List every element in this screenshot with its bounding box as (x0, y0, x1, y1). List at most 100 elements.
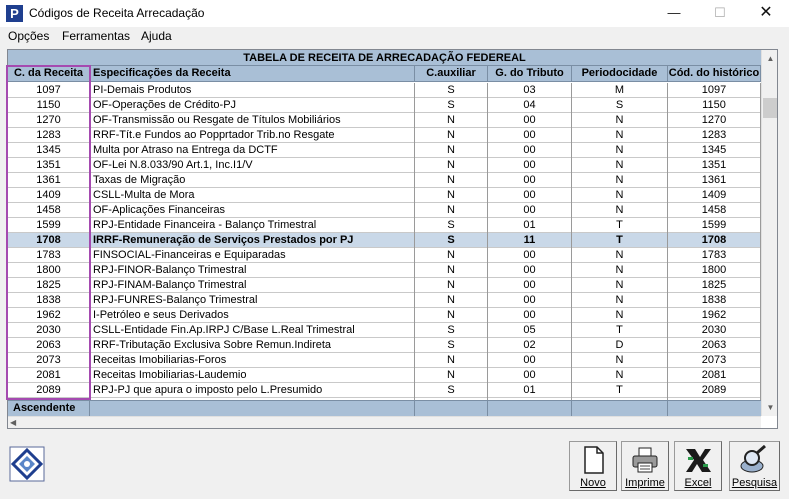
cell-especificacao[interactable]: RPJ-Entidade Financeira - Balanço Trimes… (90, 218, 415, 233)
cell-periodocidade[interactable]: N (572, 158, 668, 173)
cell-codigo[interactable]: 1361 (8, 173, 90, 188)
table-row[interactable]: 2030 CSLL-Entidade Fin.Ap.IRPJ C/Base L.R… (8, 323, 761, 338)
cell-cauxiliar[interactable]: N (415, 203, 488, 218)
cell-especificacao[interactable]: CSLL-Multa de Mora (90, 188, 415, 203)
novo-button[interactable]: Novo (569, 441, 617, 491)
cell-codigo[interactable]: 2081 (8, 368, 90, 383)
cell-codigo[interactable]: 1150 (8, 98, 90, 113)
cell-historico[interactable]: 2073 (668, 353, 761, 368)
imprime-button[interactable]: Imprime (621, 441, 669, 491)
cell-especificacao[interactable]: Taxas de Migração (90, 173, 415, 188)
cell-codigo[interactable]: 1800 (8, 263, 90, 278)
cell-especificacao[interactable]: OF-Lei N.8.033/90 Art.1, Inc.I1/V (90, 158, 415, 173)
cell-codigo[interactable]: 2073 (8, 353, 90, 368)
cell-periodocidade[interactable]: N (572, 368, 668, 383)
scroll-thumb[interactable] (763, 98, 777, 118)
table-row[interactable]: 1599 RPJ-Entidade Financeira - Balanço Tr… (8, 218, 761, 233)
close-button[interactable]: ✕ (743, 0, 789, 27)
cell-periodocidade[interactable]: T (572, 233, 668, 248)
col-header-historico[interactable]: Cód. do histórico (668, 66, 761, 82)
cell-gtributo[interactable]: 00 (488, 203, 572, 218)
cell-cauxiliar[interactable]: N (415, 143, 488, 158)
table-row[interactable]: 1270 OF-Transmissão ou Resgate de Títulos… (8, 113, 761, 128)
cell-periodocidade[interactable]: N (572, 128, 668, 143)
menu-opcoes[interactable]: Opções (8, 29, 49, 43)
cell-gtributo[interactable]: 00 (488, 353, 572, 368)
cell-historico[interactable]: 1361 (668, 173, 761, 188)
cell-cauxiliar[interactable]: N (415, 173, 488, 188)
cell-periodocidade[interactable]: N (572, 143, 668, 158)
cell-codigo[interactable]: 1783 (8, 248, 90, 263)
cell-especificacao[interactable]: RRF-Tributação Exclusiva Sobre Remun.Ind… (90, 338, 415, 353)
menu-ajuda[interactable]: Ajuda (141, 29, 172, 43)
table-row[interactable]: 1361 Taxas de Migração N 00 N 1361 (8, 173, 761, 188)
cell-historico[interactable]: 1283 (668, 128, 761, 143)
cell-historico[interactable]: 1270 (668, 113, 761, 128)
cell-periodocidade[interactable]: D (572, 338, 668, 353)
minimize-button[interactable]: — (651, 0, 697, 27)
cell-gtributo[interactable]: 03 (488, 83, 572, 98)
excel-button[interactable]: Excel (674, 441, 722, 491)
cell-gtributo[interactable]: 11 (488, 233, 572, 248)
horizontal-scrollbar[interactable]: ◀ (8, 416, 761, 428)
cell-gtributo[interactable]: 01 (488, 383, 572, 398)
cell-codigo[interactable]: 1838 (8, 293, 90, 308)
table-row[interactable]: 1825 RPJ-FINAM-Balanço Trimestral N 00 N 1825 (8, 278, 761, 293)
cell-gtributo[interactable]: 00 (488, 368, 572, 383)
cell-cauxiliar[interactable]: N (415, 278, 488, 293)
maximize-button[interactable]: ☐ (697, 0, 743, 27)
table-row[interactable]: 1800 RPJ-FINOR-Balanço Trimestral N 00 N 1800 (8, 263, 761, 278)
cell-historico[interactable]: 1783 (668, 248, 761, 263)
cell-especificacao[interactable]: FINSOCIAL-Financeiras e Equiparadas (90, 248, 415, 263)
cell-gtributo[interactable]: 04 (488, 98, 572, 113)
cell-especificacao[interactable]: OF-Operações de Crédito-PJ (90, 98, 415, 113)
cell-codigo[interactable]: 1962 (8, 308, 90, 323)
cell-gtributo[interactable]: 00 (488, 263, 572, 278)
cell-especificacao[interactable]: I-Petróleo e seus Derivados (90, 308, 415, 323)
cell-especificacao[interactable]: IRRF-Remuneração de Serviços Prestados p… (90, 233, 415, 248)
cell-codigo[interactable]: 2030 (8, 323, 90, 338)
table-row[interactable]: 2073 Receitas Imobiliarias-Foros N 00 N 2073 (8, 353, 761, 368)
table-row[interactable]: 1345 Multa por Atraso na Entrega da DCTF N… (8, 143, 761, 158)
cell-especificacao[interactable]: Receitas Imobiliarias-Foros (90, 353, 415, 368)
cell-cauxiliar[interactable]: S (415, 83, 488, 98)
revenue-grid[interactable]: TABELA DE RECEITA DE ARRECADAÇÃO FEDEREA… (7, 49, 778, 429)
cell-periodocidade[interactable]: N (572, 203, 668, 218)
cell-periodocidade[interactable]: N (572, 353, 668, 368)
cell-cauxiliar[interactable]: N (415, 353, 488, 368)
cell-historico[interactable]: 1800 (668, 263, 761, 278)
cell-historico[interactable]: 2030 (668, 323, 761, 338)
cell-historico[interactable]: 1825 (668, 278, 761, 293)
cell-periodocidade[interactable]: N (572, 173, 668, 188)
cell-codigo[interactable]: 1599 (8, 218, 90, 233)
table-row[interactable]: 1458 OF-Aplicações Financeiras N 00 N 1458 (8, 203, 761, 218)
cell-especificacao[interactable]: RRF-Tít.e Fundos ao Popprtador Trib.no R… (90, 128, 415, 143)
table-row[interactable]: 1351 OF-Lei N.8.033/90 Art.1, Inc.I1/V N 00… (8, 158, 761, 173)
col-header-periodocidade[interactable]: Periodocidade (572, 66, 668, 82)
cell-historico[interactable]: 1708 (668, 233, 761, 248)
cell-gtributo[interactable]: 05 (488, 323, 572, 338)
cell-historico[interactable]: 1599 (668, 218, 761, 233)
cell-periodocidade[interactable]: N (572, 188, 668, 203)
cell-cauxiliar[interactable]: S (415, 323, 488, 338)
cell-cauxiliar[interactable]: S (415, 233, 488, 248)
cell-codigo[interactable]: 1458 (8, 203, 90, 218)
cell-historico[interactable]: 2063 (668, 338, 761, 353)
cell-periodocidade[interactable]: T (572, 218, 668, 233)
vertical-scrollbar[interactable]: ▲ ▼ (761, 50, 777, 416)
cell-historico[interactable]: 1097 (668, 83, 761, 98)
scroll-left-arrow-icon[interactable]: ◀ (10, 418, 16, 427)
cell-periodocidade[interactable]: N (572, 263, 668, 278)
cell-especificacao[interactable]: RPJ-FINAM-Balanço Trimestral (90, 278, 415, 293)
cell-periodocidade[interactable]: N (572, 278, 668, 293)
cell-cauxiliar[interactable]: S (415, 383, 488, 398)
cell-codigo[interactable]: 1283 (8, 128, 90, 143)
cell-periodocidade[interactable]: N (572, 308, 668, 323)
cell-gtributo[interactable]: 00 (488, 158, 572, 173)
cell-gtributo[interactable]: 02 (488, 338, 572, 353)
cell-especificacao[interactable]: Multa por Atraso na Entrega da DCTF (90, 143, 415, 158)
cell-codigo[interactable]: 1097 (8, 83, 90, 98)
cell-cauxiliar[interactable]: N (415, 368, 488, 383)
cell-cauxiliar[interactable]: N (415, 188, 488, 203)
table-row[interactable]: 1838 RPJ-FUNRES-Balanço Trimestral N 00 N 183… (8, 293, 761, 308)
